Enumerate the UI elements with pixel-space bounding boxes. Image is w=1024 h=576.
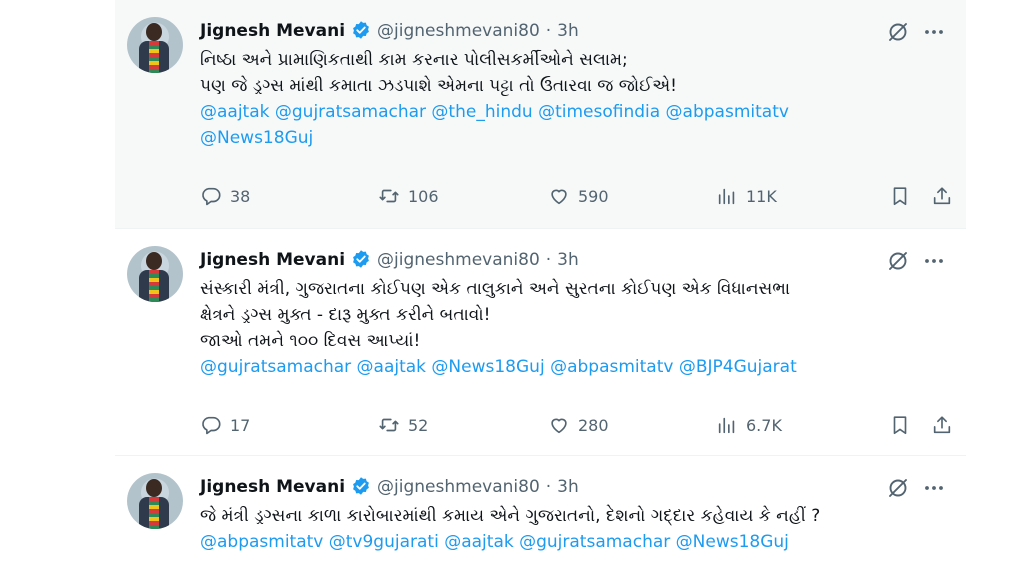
- more-icon[interactable]: [922, 249, 946, 273]
- tweet[interactable]: Jignesh Mevani @jigneshmevani80 · 3h જે મંત…: [115, 456, 966, 576]
- reply-button[interactable]: 38: [200, 180, 250, 212]
- tweet-text-line: નિષ્ઠા અને પ્રામાણિકતાથી કામ કરનાર પોલીસ…: [200, 50, 628, 70]
- bookmark-icon: [893, 187, 907, 206]
- views-icon: [718, 188, 735, 205]
- bookmark-icon: [893, 416, 907, 435]
- mention-links[interactable]: @gujratsamachar @aajtak @News18Guj @abpa…: [200, 354, 940, 380]
- timestamp[interactable]: 3h: [557, 21, 579, 41]
- reply-icon: [202, 416, 221, 435]
- author-name[interactable]: Jignesh Mevani: [200, 21, 345, 41]
- reply-icon: [202, 187, 221, 206]
- verified-badge-icon: [353, 477, 369, 495]
- author-handle[interactable]: @jigneshmevani80: [377, 250, 540, 270]
- like-count: 280: [578, 415, 609, 435]
- avatar-scarf: [149, 270, 159, 302]
- tweet-text: સંસ્કારી મંત્રી, ગુજરાતના કોઈપણ એક તાલુક…: [200, 276, 940, 380]
- views-button[interactable]: 11K: [716, 180, 777, 212]
- author-handle[interactable]: @jigneshmevani80: [377, 21, 540, 41]
- grok-icon[interactable]: [886, 476, 910, 500]
- avatar[interactable]: [127, 473, 183, 529]
- more-icon[interactable]: [922, 476, 946, 500]
- tweet-text: જે મંત્રી ડ્રગ્સના કાળા કારોબારમાંથી કમા…: [200, 503, 940, 555]
- avatar[interactable]: [127, 17, 183, 73]
- grok-icon[interactable]: [886, 249, 910, 273]
- retweet-icon: [379, 418, 399, 432]
- avatar-scarf: [149, 497, 159, 529]
- retweet-button[interactable]: 106: [378, 180, 439, 212]
- tweet-header: Jignesh Mevani @jigneshmevani80 · 3h: [200, 475, 579, 499]
- tweet[interactable]: Jignesh Mevani @jigneshmevani80 · 3h નિષ્ઠા…: [115, 0, 966, 228]
- mention-links[interactable]: @aajtak @gujratsamachar @the_hindu @time…: [200, 99, 940, 125]
- views-button[interactable]: 6.7K: [716, 409, 782, 441]
- more-icon[interactable]: [922, 20, 946, 44]
- tweet-text-line: જે મંત્રી ડ્રગ્સના કાળા કારોબારમાંથી કમા…: [200, 506, 821, 526]
- views-icon: [718, 417, 735, 434]
- avatar-head: [146, 479, 162, 497]
- mention-links[interactable]: @News18Guj: [200, 125, 940, 151]
- bookmark-button[interactable]: [889, 180, 911, 212]
- author-name[interactable]: Jignesh Mevani: [200, 477, 345, 497]
- tweet-header: Jignesh Mevani @jigneshmevani80 · 3h: [200, 19, 579, 43]
- share-button[interactable]: [931, 180, 953, 212]
- heart-icon: [551, 418, 567, 434]
- tweet-text-line: પણ જે ડ્રગ્સ માંથી કમાતા ઝડપાશે એમના પટ્…: [200, 76, 677, 96]
- verified-badge-icon: [353, 250, 369, 268]
- like-count: 590: [578, 186, 609, 206]
- avatar-head: [146, 23, 162, 41]
- avatar-head: [146, 252, 162, 270]
- views-count: 6.7K: [746, 415, 782, 435]
- action-bar: 17 52 280 6.7K: [196, 409, 951, 441]
- tweet-feed: Jignesh Mevani @jigneshmevani80 · 3h નિષ્ઠા…: [115, 0, 966, 576]
- share-icon: [933, 416, 951, 434]
- retweet-count: 106: [408, 186, 439, 206]
- avatar[interactable]: [127, 246, 183, 302]
- action-bar: 38 106 590 11K: [196, 180, 951, 212]
- reply-count: 38: [230, 186, 251, 206]
- bookmark-button[interactable]: [889, 409, 911, 441]
- tweet-text-line: સંસ્કારી મંત્રી, ગુજરાતના કોઈપણ એક તાલુક…: [200, 279, 791, 299]
- verified-badge-icon: [353, 21, 369, 39]
- reply-count: 17: [230, 415, 251, 435]
- grok-icon[interactable]: [886, 20, 910, 44]
- reply-button[interactable]: 17: [200, 409, 250, 441]
- like-button[interactable]: 590: [548, 180, 609, 212]
- tweet-text-line: ક્ષેત્રને ડ્રગ્સ મુક્ત - દારૂ મુક્ત કરીન…: [200, 305, 491, 325]
- avatar-scarf: [149, 41, 159, 73]
- timestamp[interactable]: 3h: [557, 250, 579, 270]
- heart-icon: [551, 189, 567, 205]
- share-button[interactable]: [931, 409, 953, 441]
- views-count: 11K: [746, 186, 777, 206]
- retweet-count: 52: [408, 415, 429, 435]
- timestamp[interactable]: 3h: [557, 477, 579, 497]
- like-button[interactable]: 280: [548, 409, 609, 441]
- retweet-icon: [379, 189, 399, 203]
- tweet-text: નિષ્ઠા અને પ્રામાણિકતાથી કામ કરનાર પોલીસ…: [200, 47, 940, 151]
- author-handle[interactable]: @jigneshmevani80: [377, 477, 540, 497]
- separator-dot: ·: [545, 477, 552, 497]
- retweet-button[interactable]: 52: [378, 409, 428, 441]
- separator-dot: ·: [545, 21, 552, 41]
- tweet[interactable]: Jignesh Mevani @jigneshmevani80 · 3h સંસ્કા…: [115, 229, 966, 455]
- tweet-text-line: જાઓ તમને ૧૦૦ દિવસ આપ્યાં!: [200, 331, 421, 351]
- separator-dot: ·: [545, 250, 552, 270]
- tweet-header: Jignesh Mevani @jigneshmevani80 · 3h: [200, 248, 579, 272]
- author-name[interactable]: Jignesh Mevani: [200, 250, 345, 270]
- mention-links[interactable]: @abpasmitatv @tv9gujarati @aajtak @gujra…: [200, 529, 940, 555]
- share-icon: [933, 187, 951, 205]
